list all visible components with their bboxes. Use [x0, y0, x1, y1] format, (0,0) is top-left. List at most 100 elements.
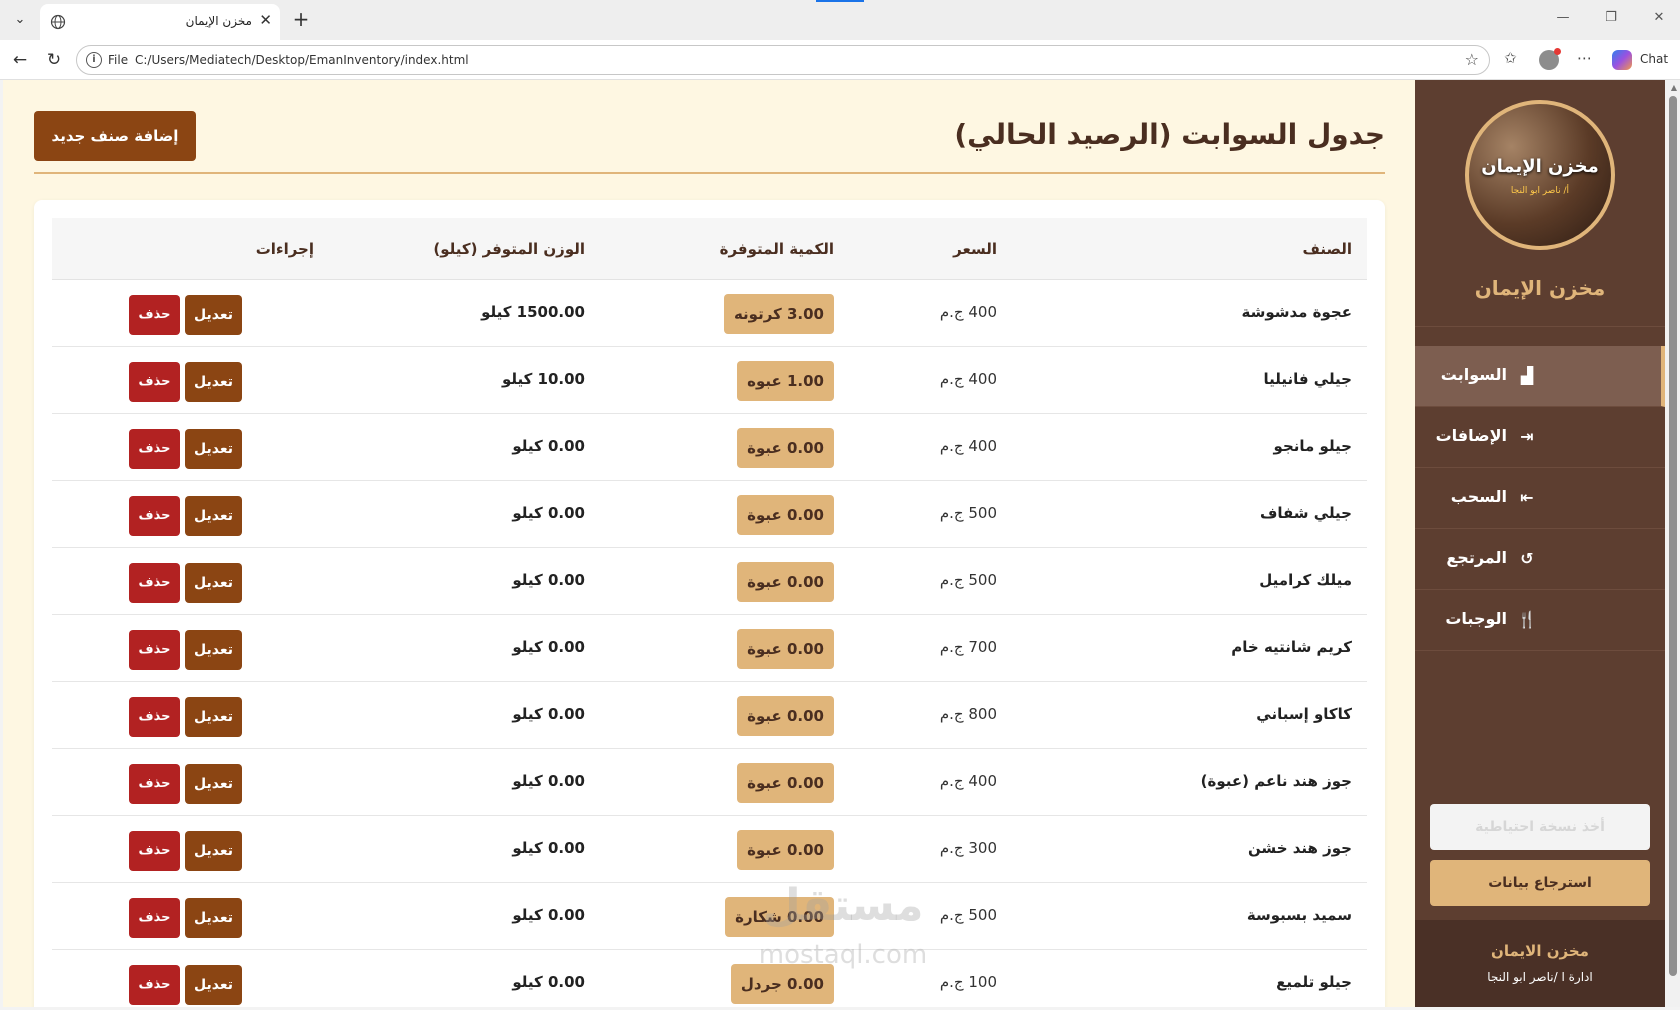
sidebar-item[interactable]: ↺ المرتجع — [1415, 529, 1665, 590]
watermark-logo: مستقل — [762, 880, 924, 931]
edit-button[interactable]: تعديل — [185, 429, 242, 469]
delete-button[interactable]: حذف — [129, 831, 180, 871]
favorites-icon[interactable]: ✩ — [1504, 49, 1517, 67]
footer-credit: ادارة ا /ناصر ابو النجا — [1487, 970, 1593, 984]
item-qty-badge: 0.00 عبوة — [737, 629, 834, 669]
minimize-icon[interactable]: — — [1553, 10, 1573, 25]
url-text[interactable]: C:/Users/Mediatech/Desktop/EmanInventory… — [135, 53, 469, 67]
table-row: جيلو تلميع 100 ج.م 0.00 جردل 0.00 كيلو حذف تع… — [52, 950, 1367, 1007]
table-header: الصنف السعر الكمية المتوفرة الوزن المتوف… — [52, 218, 1367, 280]
page-scrollbar[interactable]: ▲ — [1665, 80, 1680, 1007]
scroll-up-icon[interactable]: ▲ — [1671, 83, 1677, 92]
edit-button[interactable]: تعديل — [185, 563, 242, 603]
delete-button[interactable]: حذف — [129, 563, 180, 603]
item-name: جوز هند خشن — [1247, 839, 1352, 857]
sidebar-item[interactable]: 🍴 الوجبات — [1415, 590, 1665, 651]
sidebar-divider — [1415, 326, 1665, 327]
add-item-button[interactable]: إضافة صنف جديد — [34, 111, 196, 161]
delete-button[interactable]: حذف — [129, 965, 180, 1005]
item-weight: 0.00 كيلو — [512, 705, 585, 723]
close-tab-icon[interactable]: ✕ — [259, 11, 272, 29]
undo-icon: ↺ — [1520, 549, 1534, 568]
delete-button[interactable]: حذف — [129, 898, 180, 938]
item-price: 500 ج.م — [939, 571, 997, 589]
row-actions: حذف تعديل — [129, 362, 247, 402]
edit-button[interactable]: تعديل — [185, 764, 242, 804]
header-weight: الوزن المتوفر (كيلو) — [433, 240, 585, 258]
brand-name: مخزن الإيمان — [1474, 276, 1606, 300]
edit-button[interactable]: تعديل — [185, 898, 242, 938]
back-arrow-icon[interactable]: ← — [8, 48, 32, 72]
item-qty-badge: 0.00 عبوة — [737, 428, 834, 468]
item-price: 400 ج.م — [939, 303, 997, 321]
table-body: عجوة مدشوشة 400 ج.م 3.00 كرتونه 1500.00 كيل… — [52, 280, 1367, 1007]
item-weight: 0.00 كيلو — [512, 906, 585, 924]
edit-button[interactable]: تعديل — [185, 831, 242, 871]
table-row: ميلك كراميل 500 ج.م 0.00 عبوة 0.00 كيلو حذف ت… — [52, 548, 1367, 615]
delete-button[interactable]: حذف — [129, 295, 180, 335]
item-name: جوز هند ناعم (عبوة) — [1200, 772, 1352, 790]
restore-button[interactable]: استرجاع بيانات — [1430, 860, 1650, 906]
new-tab-button[interactable]: + — [288, 6, 314, 32]
item-weight: 0.00 كيلو — [512, 973, 585, 991]
logo: مخزن الإيمان أ/ ناصر ابو النجا — [1465, 100, 1615, 250]
sidebar-item[interactable]: ⇤ السحب — [1415, 468, 1665, 529]
edit-button[interactable]: تعديل — [185, 362, 242, 402]
chat-button[interactable]: Chat — [1640, 52, 1668, 66]
reload-icon[interactable]: ↻ — [42, 48, 66, 72]
sign-in-icon: ⇥ — [1520, 427, 1534, 446]
sidebar-item-label: السوابت — [1440, 365, 1507, 384]
more-options-icon[interactable]: ⋯ — [1577, 49, 1592, 67]
sidebar-item-label: السحب — [1450, 487, 1507, 506]
warehouse-icon: ▟ — [1520, 366, 1534, 385]
delete-button[interactable]: حذف — [129, 630, 180, 670]
restore-window-icon[interactable]: ❐ — [1601, 10, 1621, 25]
delete-button[interactable]: حذف — [129, 429, 180, 469]
sidebar-item[interactable]: ⇥ الإضافات — [1415, 407, 1665, 468]
sidebar-item[interactable]: ▟ السوابت — [1415, 346, 1665, 407]
item-price: 400 ج.م — [939, 437, 997, 455]
sign-out-icon: ⇤ — [1520, 488, 1534, 507]
delete-button[interactable]: حذف — [129, 697, 180, 737]
row-actions: حذف تعديل — [129, 295, 247, 335]
copilot-icon[interactable] — [1612, 50, 1632, 70]
table-row: كريم شانتيه خام 700 ج.م 0.00 عبوة 0.00 كيلو… — [52, 615, 1367, 682]
item-weight: 1500.00 كيلو — [481, 303, 585, 321]
item-qty-badge: 0.00 عبوة — [737, 696, 834, 736]
globe-icon — [50, 14, 66, 30]
item-qty-badge: 0.00 جردل — [730, 964, 834, 1004]
table-row: جيلي فانيليا 400 ج.م 1.00 عبوه 10.00 كيلو حذ… — [52, 347, 1367, 414]
row-actions: حذف تعديل — [129, 898, 247, 938]
edit-button[interactable]: تعديل — [185, 496, 242, 536]
header-actions: إجراءات — [255, 240, 314, 258]
delete-button[interactable]: حذف — [129, 362, 180, 402]
table-row: جوز هند ناعم (عبوة) 400 ج.م 0.00 عبوة 0.00 … — [52, 749, 1367, 816]
address-bar[interactable]: i File C:/Users/Mediatech/Desktop/EmanIn… — [76, 45, 1490, 75]
browser-tab-strip: ⌄ مخزن الإيمان ✕ + — ❐ ✕ — [0, 0, 1680, 40]
item-weight: 0.00 كيلو — [512, 638, 585, 656]
header-qty: الكمية المتوفرة — [719, 240, 834, 258]
edit-button[interactable]: تعديل — [185, 965, 242, 1005]
backup-button[interactable]: أخذ نسخة احتياطية — [1430, 804, 1650, 850]
address-bar-row: ← ↻ i File C:/Users/Mediatech/Desktop/Em… — [0, 40, 1680, 80]
row-actions: حذف تعديل — [129, 563, 247, 603]
delete-button[interactable]: حذف — [129, 764, 180, 804]
edit-button[interactable]: تعديل — [185, 295, 242, 335]
scroll-thumb[interactable] — [1669, 96, 1677, 976]
item-name: كاكاو إسباني — [1256, 705, 1352, 723]
edit-button[interactable]: تعديل — [185, 697, 242, 737]
close-window-icon[interactable]: ✕ — [1649, 10, 1669, 25]
item-price: 100 ج.م — [939, 973, 997, 991]
tab-title: مخزن الإيمان — [185, 14, 252, 28]
item-price: 400 ج.م — [939, 772, 997, 790]
delete-button[interactable]: حذف — [129, 496, 180, 536]
footer-name: مخزن الايمان — [1491, 942, 1589, 960]
item-qty-badge: 0.00 عبوة — [737, 562, 834, 602]
favorite-star-icon[interactable]: ☆ — [1465, 50, 1479, 69]
info-icon[interactable]: i — [86, 52, 102, 68]
tab-actions-chevron-icon[interactable]: ⌄ — [8, 8, 32, 32]
sidebar-item-label: الإضافات — [1435, 426, 1507, 445]
browser-tab[interactable]: مخزن الإيمان ✕ — [40, 4, 280, 40]
edit-button[interactable]: تعديل — [185, 630, 242, 670]
sidebar-item-label: الوجبات — [1445, 609, 1507, 628]
